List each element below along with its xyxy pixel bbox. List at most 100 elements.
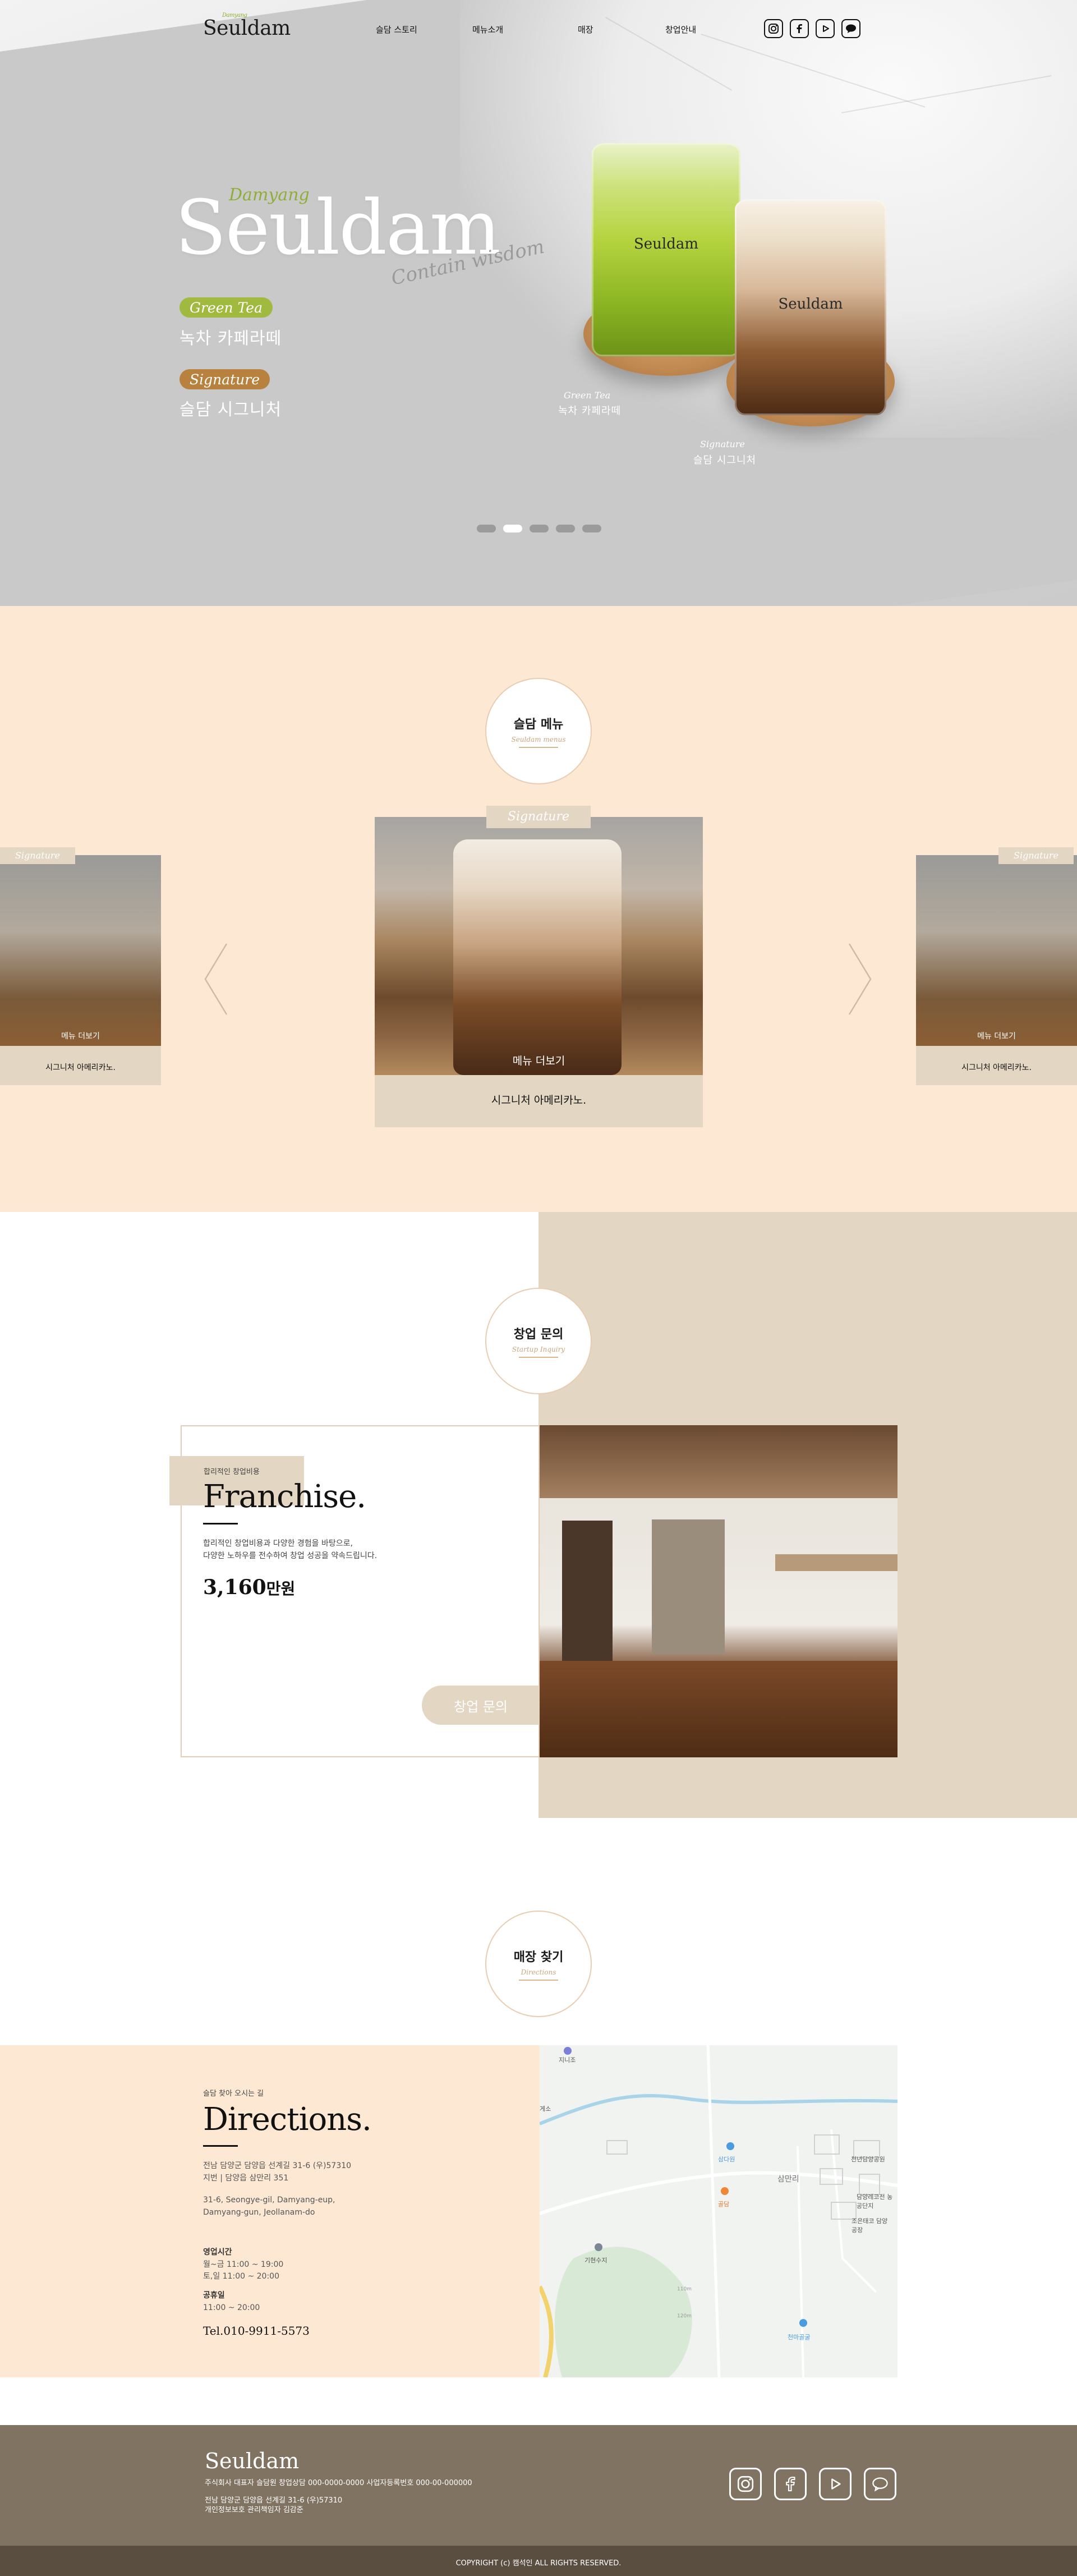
footer-facebook-icon[interactable] — [774, 2468, 807, 2500]
directions-heading-text: Directions — [203, 2101, 362, 2138]
prev-arrow-icon[interactable] — [202, 943, 230, 1018]
address-line: Damyang-gun, Jeollanam-do — [203, 2208, 315, 2217]
franchise-desc: 합리적인 창업비용과 다양한 경험을 바탕으로, 다양한 노하우를 전수하여 창… — [203, 1537, 377, 1563]
title-underline — [519, 1980, 558, 1981]
store-section-title: 매장 찾기 Directions — [485, 1911, 592, 2017]
price-value: 3,160 — [203, 1576, 266, 1599]
section-title-en: Seuldam menus — [511, 736, 566, 743]
facebook-icon[interactable] — [790, 19, 809, 38]
nav-item-franchise[interactable]: 창업안내 — [665, 24, 696, 35]
hero-section: Damyang Seuldam 슬담 스토리 메뉴소개 매장 창업안내 Damy… — [0, 0, 1077, 606]
signature-name: 슬담 시그니처 — [180, 400, 282, 420]
floor — [540, 1661, 898, 1757]
nav-item-menu[interactable]: 메뉴소개 — [472, 24, 503, 35]
slide-dot[interactable] — [477, 525, 496, 532]
footer-company-info: 주식회사 대표자 슬담원 창업상담 000-0000-0000 사업자등록번호 … — [205, 2479, 472, 2487]
menu-photo — [375, 817, 703, 1075]
site-logo[interactable]: Damyang Seuldam — [203, 12, 291, 40]
section-title-en: Directions — [521, 1968, 556, 1976]
menu-desc: 시그니처 아메리카노. — [491, 1094, 587, 1106]
map-label: 골담 — [718, 2201, 730, 2208]
instagram-icon[interactable] — [764, 19, 783, 38]
signature-cup: Seuldam — [735, 199, 886, 415]
copyright-text: COPYRIGHT (c) 캠석인 ALL RIGHTS RESERVED. — [455, 2559, 622, 2568]
franchise-price: 3,160만원 — [203, 1576, 295, 1599]
logo-small-text: Damyang — [222, 12, 247, 19]
directions-small: 슬담 찾아 오시는 길 — [203, 2090, 264, 2098]
store-tel[interactable]: Tel.010-9911-5573 — [203, 2324, 310, 2338]
map-label: 게소 — [540, 2105, 551, 2113]
holiday-line: 11:00 ~ 20:00 — [203, 2303, 260, 2312]
footer-talk-icon[interactable] — [864, 2468, 896, 2500]
directions-heading: Directions. — [203, 2101, 372, 2138]
title-underline — [519, 1357, 558, 1358]
green-tea-pill: Green Tea — [180, 297, 273, 318]
logo-text: Seuldam — [203, 17, 291, 40]
menu-card-next[interactable]: 메뉴 더보기 시그니처 아메리카노. — [916, 855, 1077, 1085]
talk-icon[interactable] — [841, 19, 860, 38]
slide-dot-active[interactable] — [503, 525, 522, 532]
youtube-icon[interactable] — [816, 19, 835, 38]
menu-photo — [916, 855, 1077, 1046]
caption-signature-en: Signature — [700, 439, 745, 449]
franchise-small: 합리적인 창업비용 — [204, 1468, 260, 1476]
counter — [775, 1554, 898, 1571]
nav-item-store[interactable]: 매장 — [578, 24, 593, 35]
menu-tag: Signature — [486, 806, 591, 828]
startup-section-title: 창업 문의 Startup Inquiry — [485, 1288, 592, 1394]
title-underline — [519, 747, 558, 748]
map-label: 삼만리 — [777, 2175, 799, 2184]
map-graphics — [540, 2045, 898, 2377]
hours-line: 토,일 11:00 ~ 20:00 — [203, 2272, 279, 2281]
slide-dot[interactable] — [556, 525, 575, 532]
caption-green-ko: 녹차 카페라떼 — [558, 405, 622, 417]
address-block: 전남 담양군 담양읍 선계길 31-6 (우)57310 지번 | 담양읍 삼만… — [203, 2160, 351, 2219]
ceiling — [540, 1425, 898, 1498]
footer-youtube-icon[interactable] — [819, 2468, 852, 2500]
next-arrow-icon[interactable] — [846, 943, 874, 1018]
footer-logo[interactable]: Seuldam — [205, 2449, 299, 2473]
cup-brand: Seuldam — [778, 296, 843, 313]
franchise-inquiry-button[interactable]: 창업 문의 — [422, 1686, 540, 1725]
menu-card-center[interactable]: 메뉴 더보기 시그니처 아메리카노. — [375, 817, 703, 1127]
heading-underline — [203, 1523, 238, 1525]
menu-photo — [0, 855, 161, 1046]
green-tea-cup: Seuldam — [592, 143, 740, 356]
footer-instagram-icon[interactable] — [729, 2468, 762, 2500]
store-map[interactable]: 지니조 삼다원 골담 삼만리 기현수지 천년담양공원 담양레코전 농공단지 조은… — [540, 2045, 898, 2377]
franchise-desc-1: 합리적인 창업비용과 다양한 경험을 바탕으로, — [203, 1539, 353, 1548]
slide-dot[interactable] — [530, 525, 549, 532]
cup-photo — [453, 839, 622, 1075]
hours-label: 영업시간 — [203, 2248, 232, 2257]
hours-line: 월~금 11:00 ~ 19:00 — [203, 2260, 284, 2269]
caption-signature-ko: 슬담 시그니처 — [693, 454, 757, 466]
section-title-en: Startup Inquiry — [512, 1346, 565, 1353]
address-line: 전남 담양군 담양읍 선계길 31-6 (우)57310 — [203, 2161, 352, 2170]
copyright-bar: COPYRIGHT (c) 캠석인 ALL RIGHTS RESERVED. — [0, 2546, 1077, 2576]
franchise-heading: Franchise. — [203, 1478, 366, 1515]
address-line: 31-6, Seongye-gil, Damyang-eup, — [203, 2196, 335, 2205]
nav-item-story[interactable]: 슬담 스토리 — [376, 24, 417, 35]
map-label: 기현수지 — [584, 2257, 607, 2264]
slide-dot[interactable] — [582, 525, 601, 532]
section-title-ko: 슬담 메뉴 — [513, 718, 564, 732]
map-label: 조은태코 담양공장 — [852, 2217, 888, 2234]
caption-green-en: Green Tea — [564, 390, 611, 401]
section-title-ko: 매장 찾기 — [513, 1950, 564, 1964]
menu-section-title: 슬담 메뉴 Seuldam menus — [485, 678, 592, 784]
store-interior-photo — [540, 1425, 898, 1757]
green-tea-name: 녹차 카페라떼 — [180, 329, 282, 348]
footer: Seuldam 주식회사 대표자 슬담원 창업상담 000-0000-0000 … — [0, 2425, 1077, 2546]
price-unit: 만원 — [266, 1579, 296, 1598]
menu-more-link[interactable]: 메뉴 더보기 — [916, 1030, 1077, 1041]
menu-more-link[interactable]: 메뉴 더보기 — [375, 1053, 703, 1068]
menu-card-prev[interactable]: 메뉴 더보기 시그니처 아메리카노. — [0, 855, 161, 1085]
section-title-ko: 창업 문의 — [513, 1328, 564, 1342]
franchise-heading-text: Franchise — [203, 1478, 357, 1515]
menu-more-link[interactable]: 메뉴 더보기 — [0, 1030, 161, 1041]
menu-section: 슬담 메뉴 Seuldam menus 메뉴 더보기 시그니처 아메리카노. S… — [0, 606, 1077, 1212]
doorway — [562, 1521, 613, 1678]
signature-glass: Seuldam — [724, 199, 903, 440]
map-label: 120m — [677, 2313, 692, 2319]
cup-brand: Seuldam — [633, 236, 699, 252]
